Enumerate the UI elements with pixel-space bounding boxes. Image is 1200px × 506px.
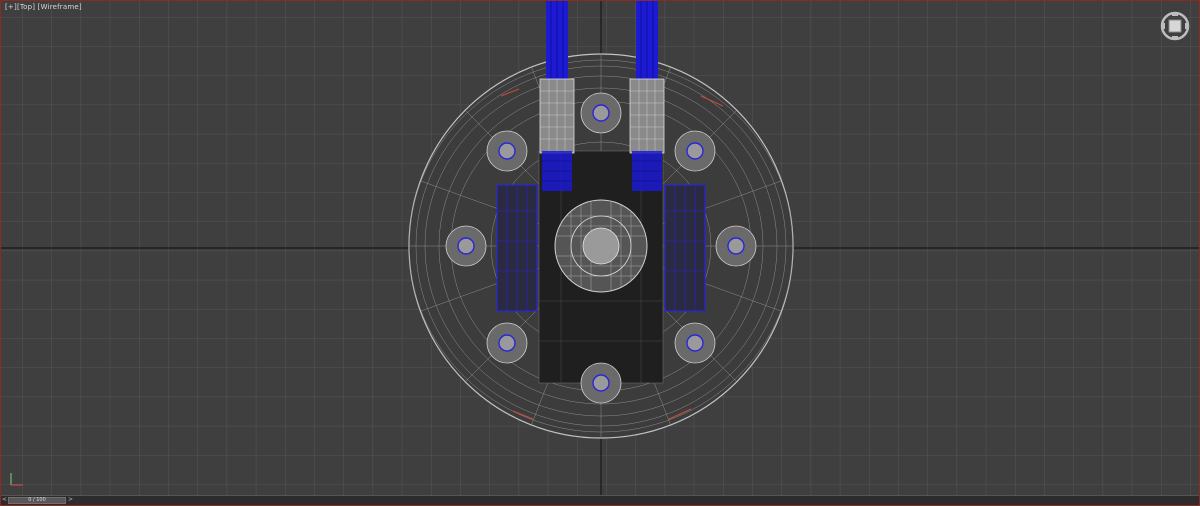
bolt-bottom-right: [674, 322, 716, 364]
viewport-menu-plus[interactable]: [+]: [5, 3, 17, 11]
bolt-top: [580, 92, 622, 134]
viewport-pov-label[interactable]: [Top]: [17, 3, 35, 11]
prev-frame-arrow[interactable]: <: [2, 496, 7, 504]
next-frame-arrow[interactable]: >: [68, 496, 73, 504]
bolt-left: [445, 225, 487, 267]
bolt-right: [715, 225, 757, 267]
viewcube-icon[interactable]: [1159, 10, 1191, 42]
left-blue-panel: [496, 184, 538, 312]
viewport-shading-label[interactable]: [Wireframe]: [38, 3, 82, 11]
right-blue-panel: [664, 184, 706, 312]
viewport-scene[interactable]: [1, 1, 1200, 506]
bolt-bottom-left: [486, 322, 528, 364]
viewport-top[interactable]: [+][Top] [Wireframe] < 0 / 100 >: [0, 0, 1200, 506]
time-slider[interactable]: 0 / 100: [8, 497, 66, 504]
bolt-top-left: [486, 130, 528, 172]
bolt-bottom: [580, 362, 622, 404]
bolt-top-right: [674, 130, 716, 172]
timeline-bar: < 0 / 100 >: [1, 495, 1199, 505]
time-slider-text: 0 / 100: [28, 497, 46, 503]
viewport-label[interactable]: [+][Top] [Wireframe]: [5, 3, 82, 11]
central-hub-core: [582, 227, 620, 265]
